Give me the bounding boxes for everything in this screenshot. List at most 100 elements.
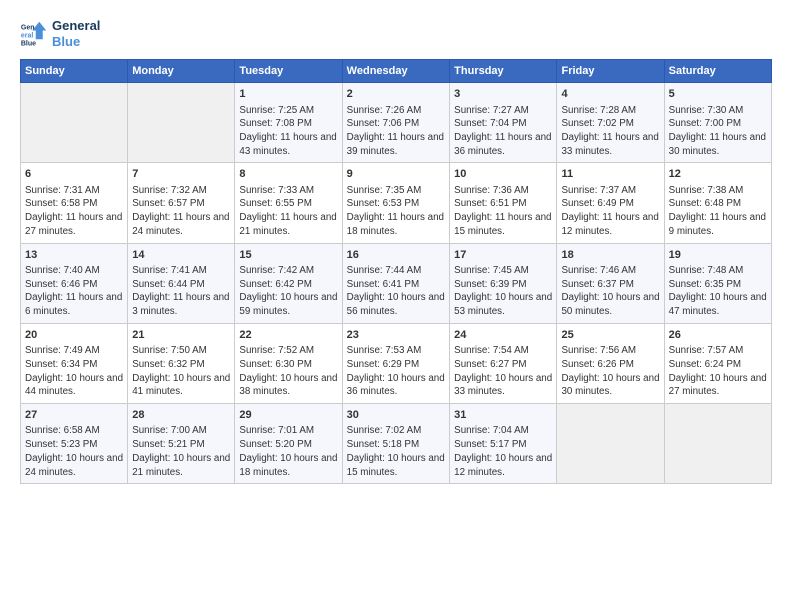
day-info: Sunrise: 7:37 AM Sunset: 6:49 PM Dayligh… — [561, 184, 659, 239]
day-number: 30 — [347, 408, 445, 423]
logo: Gen eral Blue General Blue — [20, 18, 100, 49]
week-row-1: 1Sunrise: 7:25 AM Sunset: 7:08 PM Daylig… — [21, 83, 772, 163]
calendar-body: 1Sunrise: 7:25 AM Sunset: 7:08 PM Daylig… — [21, 83, 772, 484]
day-cell: 4 Sunrise: 7:28 AM Sunset: 7:02 PM Daylig… — [557, 83, 664, 163]
day-number: 15 — [239, 248, 337, 263]
day-cell: 3 Sunrise: 7:27 AM Sunset: 7:04 PM Daylig… — [450, 83, 557, 163]
weekday-header-tuesday: Tuesday — [235, 60, 342, 83]
logo-general: General — [52, 18, 100, 34]
day-info: Sunrise: 7:41 AM Sunset: 6:44 PM Dayligh… — [132, 264, 230, 319]
day-info: Sunrise: 7:45 AM Sunset: 6:39 PM Dayligh… — [454, 264, 552, 319]
day-info: Sunrise: 7:31 AM Sunset: 6:58 PM Dayligh… — [25, 184, 123, 239]
day-number: 4 — [561, 87, 659, 102]
day-cell: 1Sunrise: 7:25 AM Sunset: 7:08 PM Daylig… — [235, 83, 342, 163]
day-cell: 31Sunrise: 7:04 AM Sunset: 5:17 PM Dayli… — [450, 404, 557, 484]
day-cell: 16Sunrise: 7:44 AM Sunset: 6:41 PM Dayli… — [342, 243, 449, 323]
calendar: SundayMondayTuesdayWednesdayThursdayFrid… — [20, 59, 772, 484]
day-number: 16 — [347, 248, 445, 263]
day-cell: 8 Sunrise: 7:33 AM Sunset: 6:55 PM Daylig… — [235, 163, 342, 243]
day-cell: 28Sunrise: 7:00 AM Sunset: 5:21 PM Dayli… — [128, 404, 235, 484]
weekday-header-friday: Friday — [557, 60, 664, 83]
weekday-header-sunday: Sunday — [21, 60, 128, 83]
day-info: Sunrise: 7:32 AM Sunset: 6:57 PM Dayligh… — [132, 184, 230, 239]
day-number: 28 — [132, 408, 230, 423]
day-number: 21 — [132, 328, 230, 343]
day-number: 23 — [347, 328, 445, 343]
day-cell: 15Sunrise: 7:42 AM Sunset: 6:42 PM Dayli… — [235, 243, 342, 323]
weekday-header-saturday: Saturday — [664, 60, 771, 83]
day-cell: 30Sunrise: 7:02 AM Sunset: 5:18 PM Dayli… — [342, 404, 449, 484]
day-info: Sunrise: 7:25 AM Sunset: 7:08 PM Dayligh… — [239, 104, 337, 159]
day-cell: 21Sunrise: 7:50 AM Sunset: 6:32 PM Dayli… — [128, 323, 235, 403]
day-number: 24 — [454, 328, 552, 343]
day-number: 29 — [239, 408, 337, 423]
day-number: 3 — [454, 87, 552, 102]
day-number: 8 — [239, 167, 337, 182]
day-cell: 25Sunrise: 7:56 AM Sunset: 6:26 PM Dayli… — [557, 323, 664, 403]
day-cell: 23Sunrise: 7:53 AM Sunset: 6:29 PM Dayli… — [342, 323, 449, 403]
day-info: Sunrise: 7:44 AM Sunset: 6:41 PM Dayligh… — [347, 264, 445, 319]
day-info: Sunrise: 7:36 AM Sunset: 6:51 PM Dayligh… — [454, 184, 552, 239]
day-info: Sunrise: 7:48 AM Sunset: 6:35 PM Dayligh… — [669, 264, 767, 319]
day-cell: 6Sunrise: 7:31 AM Sunset: 6:58 PM Daylig… — [21, 163, 128, 243]
day-number: 14 — [132, 248, 230, 263]
day-info: Sunrise: 7:46 AM Sunset: 6:37 PM Dayligh… — [561, 264, 659, 319]
day-info: Sunrise: 7:01 AM Sunset: 5:20 PM Dayligh… — [239, 424, 337, 479]
day-info: Sunrise: 7:33 AM Sunset: 6:55 PM Dayligh… — [239, 184, 337, 239]
day-info: Sunrise: 7:02 AM Sunset: 5:18 PM Dayligh… — [347, 424, 445, 479]
day-cell: 2 Sunrise: 7:26 AM Sunset: 7:06 PM Daylig… — [342, 83, 449, 163]
day-info: Sunrise: 7:57 AM Sunset: 6:24 PM Dayligh… — [669, 344, 767, 399]
day-cell: 18Sunrise: 7:46 AM Sunset: 6:37 PM Dayli… — [557, 243, 664, 323]
day-info: Sunrise: 7:50 AM Sunset: 6:32 PM Dayligh… — [132, 344, 230, 399]
day-number: 12 — [669, 167, 767, 182]
day-info: Sunrise: 7:27 AM Sunset: 7:04 PM Dayligh… — [454, 104, 552, 159]
day-number: 27 — [25, 408, 123, 423]
day-info: Sunrise: 6:58 AM Sunset: 5:23 PM Dayligh… — [25, 424, 123, 479]
day-cell: 14Sunrise: 7:41 AM Sunset: 6:44 PM Dayli… — [128, 243, 235, 323]
logo-blue: Blue — [52, 34, 100, 50]
weekday-header-monday: Monday — [128, 60, 235, 83]
weekday-header-thursday: Thursday — [450, 60, 557, 83]
day-number: 26 — [669, 328, 767, 343]
day-info: Sunrise: 7:30 AM Sunset: 7:00 PM Dayligh… — [669, 104, 767, 159]
day-number: 18 — [561, 248, 659, 263]
week-row-2: 6Sunrise: 7:31 AM Sunset: 6:58 PM Daylig… — [21, 163, 772, 243]
day-info: Sunrise: 7:28 AM Sunset: 7:02 PM Dayligh… — [561, 104, 659, 159]
day-number: 22 — [239, 328, 337, 343]
day-info: Sunrise: 7:40 AM Sunset: 6:46 PM Dayligh… — [25, 264, 123, 319]
day-cell: 12 Sunrise: 7:38 AM Sunset: 6:48 PM Dayli… — [664, 163, 771, 243]
day-cell: 29Sunrise: 7:01 AM Sunset: 5:20 PM Dayli… — [235, 404, 342, 484]
week-row-3: 13Sunrise: 7:40 AM Sunset: 6:46 PM Dayli… — [21, 243, 772, 323]
day-cell: 10 Sunrise: 7:36 AM Sunset: 6:51 PM Dayli… — [450, 163, 557, 243]
calendar-header: SundayMondayTuesdayWednesdayThursdayFrid… — [21, 60, 772, 83]
day-number: 10 — [454, 167, 552, 182]
day-number: 19 — [669, 248, 767, 263]
day-info: Sunrise: 7:35 AM Sunset: 6:53 PM Dayligh… — [347, 184, 445, 239]
day-cell: 13Sunrise: 7:40 AM Sunset: 6:46 PM Dayli… — [21, 243, 128, 323]
day-cell: 7 Sunrise: 7:32 AM Sunset: 6:57 PM Daylig… — [128, 163, 235, 243]
day-info: Sunrise: 7:26 AM Sunset: 7:06 PM Dayligh… — [347, 104, 445, 159]
day-info: Sunrise: 7:42 AM Sunset: 6:42 PM Dayligh… — [239, 264, 337, 319]
day-number: 7 — [132, 167, 230, 182]
day-info: Sunrise: 7:53 AM Sunset: 6:29 PM Dayligh… — [347, 344, 445, 399]
day-info: Sunrise: 7:49 AM Sunset: 6:34 PM Dayligh… — [25, 344, 123, 399]
weekday-header-wednesday: Wednesday — [342, 60, 449, 83]
day-info: Sunrise: 7:54 AM Sunset: 6:27 PM Dayligh… — [454, 344, 552, 399]
week-row-4: 20Sunrise: 7:49 AM Sunset: 6:34 PM Dayli… — [21, 323, 772, 403]
day-number: 11 — [561, 167, 659, 182]
day-info: Sunrise: 7:56 AM Sunset: 6:26 PM Dayligh… — [561, 344, 659, 399]
svg-text:Blue: Blue — [21, 40, 36, 47]
day-info: Sunrise: 7:38 AM Sunset: 6:48 PM Dayligh… — [669, 184, 767, 239]
day-cell: 5Sunrise: 7:30 AM Sunset: 7:00 PM Daylig… — [664, 83, 771, 163]
day-number: 17 — [454, 248, 552, 263]
day-number: 20 — [25, 328, 123, 343]
week-row-5: 27Sunrise: 6:58 AM Sunset: 5:23 PM Dayli… — [21, 404, 772, 484]
day-number: 2 — [347, 87, 445, 102]
svg-text:Gen: Gen — [21, 24, 35, 31]
day-cell — [557, 404, 664, 484]
day-cell: 17Sunrise: 7:45 AM Sunset: 6:39 PM Dayli… — [450, 243, 557, 323]
day-cell: 24Sunrise: 7:54 AM Sunset: 6:27 PM Dayli… — [450, 323, 557, 403]
day-cell: 26Sunrise: 7:57 AM Sunset: 6:24 PM Dayli… — [664, 323, 771, 403]
logo-text: General Blue — [52, 18, 100, 49]
day-info: Sunrise: 7:04 AM Sunset: 5:17 PM Dayligh… — [454, 424, 552, 479]
